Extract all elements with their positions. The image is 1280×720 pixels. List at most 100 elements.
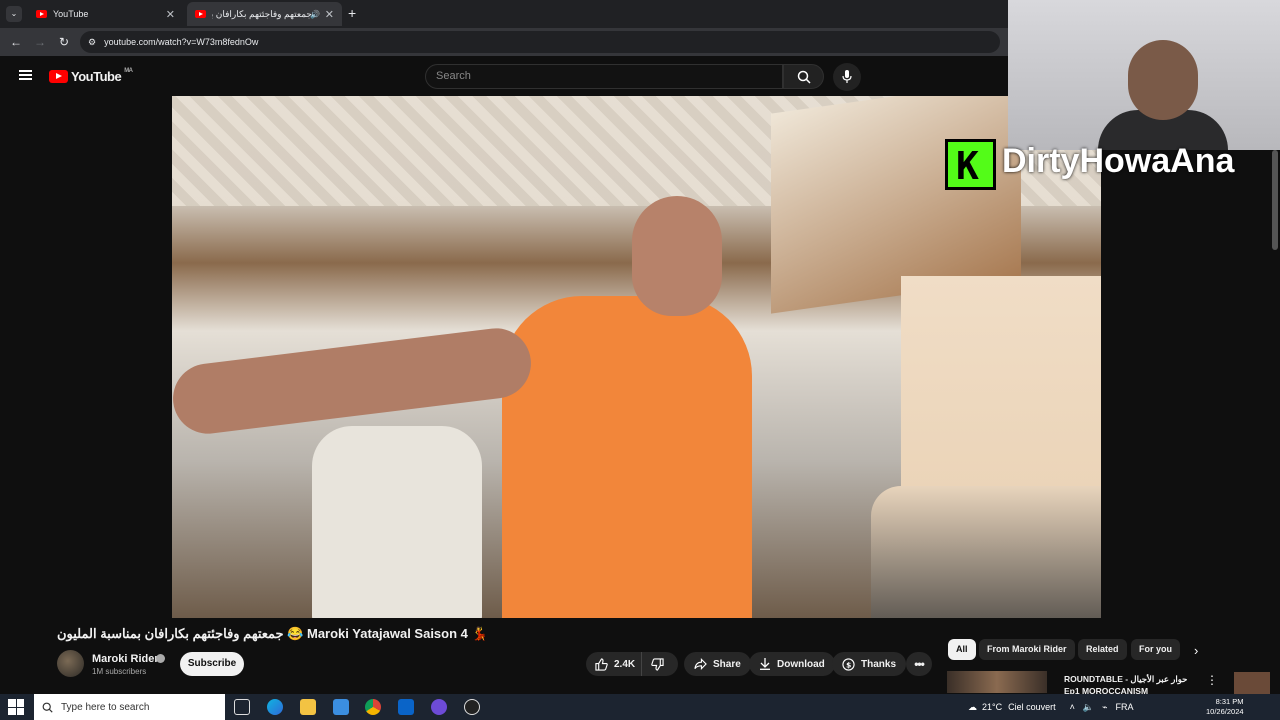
weather-desc: Ciel couvert [1008, 702, 1056, 712]
recommendation-title[interactable]: ROUNDTABLE - حوار عبر الأجيال [1064, 674, 1194, 685]
site-info-icon[interactable]: ⚙ [88, 37, 96, 48]
tab-label: جمعتهم وفاجئتهم بكارافان بمـ [212, 8, 312, 19]
scrollbar[interactable] [1272, 150, 1278, 250]
voice-search-button[interactable] [833, 63, 861, 91]
youtube-favicon-icon [195, 10, 206, 18]
store-icon[interactable] [333, 699, 349, 715]
youtube-logo[interactable]: YouTube MA [49, 67, 133, 84]
reload-icon[interactable]: ↻ [52, 35, 76, 49]
chevron-up-icon[interactable]: ˄ [1070, 702, 1075, 712]
svg-text:$: $ [846, 660, 851, 669]
logo-text: YouTube [71, 69, 122, 84]
kick-logo-letter: K [956, 144, 979, 188]
video-frame-seat [312, 426, 482, 618]
clock-date: 10/26/2024 [1206, 707, 1244, 716]
obs-icon[interactable] [464, 699, 480, 715]
speaker-icon[interactable]: 🔊 [310, 10, 320, 19]
search-input[interactable]: Search [425, 64, 783, 89]
download-button[interactable]: Download [749, 652, 835, 676]
download-icon [760, 658, 770, 670]
like-button[interactable]: 2.4K [586, 652, 642, 676]
streamer-emote-thumbnail [1234, 672, 1270, 694]
streamer-name: DirtyHowaAna [1002, 142, 1235, 180]
like-dislike-group: 2.4K [586, 652, 678, 676]
input-language[interactable]: FRA [1116, 702, 1134, 712]
chip-for-you[interactable]: For you [1131, 639, 1180, 660]
file-explorer-icon[interactable] [300, 699, 316, 715]
tab-youtube[interactable]: YouTube ✕ [28, 2, 183, 26]
close-tab-icon[interactable]: ✕ [166, 8, 175, 21]
tab-video[interactable]: جمعتهم وفاجئتهم بكارافان بمـ 🔊 ✕ [187, 2, 342, 26]
browser-toolbar: ← → ↻ ⚙ youtube.com/watch?v=W73m8fednOw [0, 28, 1008, 56]
taskbar-search-input[interactable]: Type here to search [34, 694, 225, 720]
system-tray: ☁ 21°C Ciel couvert ˄ 🔈 ⌁ FRA [968, 694, 1134, 720]
url-text: youtube.com/watch?v=W73m8fednOw [104, 37, 259, 47]
chip-from-channel[interactable]: From Maroki Rider [979, 639, 1075, 660]
volume-icon[interactable]: 🔈 [1083, 702, 1094, 713]
outlook-icon[interactable] [398, 699, 414, 715]
youtube-header: YouTube MA Search [0, 56, 1008, 96]
browser-tab-strip: ⌄ YouTube ✕ جمعتهم وفاجئتهم بكارافان بمـ… [0, 0, 1008, 28]
thumbs-down-icon [650, 657, 664, 671]
task-view-icon[interactable] [234, 699, 250, 715]
video-frame-head [632, 196, 722, 316]
search-icon [797, 70, 811, 84]
thanks-icon: $ [842, 657, 855, 671]
recommendation-thumbnail[interactable] [947, 671, 1047, 693]
video-frame-bench [871, 486, 1101, 618]
windows-taskbar: Type here to search ☁ 21°C Ciel couvert … [0, 694, 1280, 720]
verified-icon [156, 654, 165, 663]
network-icon[interactable]: ⌁ [1102, 702, 1107, 713]
app-icon[interactable] [431, 699, 447, 715]
thanks-label: Thanks [861, 658, 897, 670]
back-icon[interactable]: ← [4, 35, 28, 49]
chrome-icon[interactable] [365, 699, 381, 715]
youtube-favicon-icon [36, 10, 47, 18]
search-placeholder: Search [436, 70, 471, 82]
edge-icon[interactable] [267, 699, 283, 715]
channel-avatar[interactable] [57, 650, 84, 677]
close-tab-icon[interactable]: ✕ [325, 8, 334, 21]
search-button[interactable] [783, 64, 824, 89]
secondary-column [1101, 150, 1280, 618]
tab-list-button[interactable]: ⌄ [6, 6, 22, 22]
share-label: Share [713, 658, 741, 670]
channel-name[interactable]: Maroki Rider [92, 653, 159, 665]
address-bar[interactable]: ⚙ youtube.com/watch?v=W73m8fednOw [80, 31, 1000, 53]
share-icon [694, 658, 707, 670]
video-title: جمعتهم وفاجئتهم بكارافان بمناسبة المليون… [57, 626, 488, 641]
weather-temp: 21°C [982, 702, 1003, 712]
more-vertical-icon[interactable]: ⋮ [1206, 673, 1218, 687]
video-frame-person [502, 296, 752, 618]
share-button[interactable]: Share [684, 652, 751, 676]
region-code: MA [124, 67, 133, 74]
system-clock[interactable]: 8:31 PM 10/26/2024 [1206, 697, 1244, 717]
chip-all[interactable]: All [948, 639, 976, 660]
thanks-button[interactable]: $ Thanks [832, 652, 907, 676]
taskbar-search-placeholder: Type here to search [61, 701, 150, 713]
like-count: 2.4K [614, 658, 636, 670]
youtube-play-icon [49, 70, 68, 83]
clock-time: 8:31 PM [1215, 697, 1244, 706]
dislike-button[interactable] [642, 657, 678, 671]
more-horizontal-icon: ••• [914, 657, 925, 671]
menu-icon[interactable] [19, 70, 32, 80]
new-tab-button[interactable]: + [348, 5, 356, 21]
download-label: Download [777, 658, 825, 670]
chevron-right-icon[interactable]: › [1194, 643, 1198, 658]
more-actions-button[interactable]: ••• [906, 652, 932, 676]
subscribe-button[interactable]: Subscribe [180, 652, 244, 676]
streamer-webcam [1008, 0, 1280, 150]
kick-logo-icon: K [945, 139, 996, 190]
thumbs-up-icon [595, 657, 608, 671]
windows-start-icon[interactable] [8, 699, 24, 715]
webcam-person-head [1128, 40, 1198, 120]
subscriber-count: 1M subscribers [92, 667, 147, 676]
video-frame-arm [172, 324, 535, 438]
weather-icon[interactable]: ☁ [968, 702, 977, 713]
chip-related[interactable]: Related [1078, 639, 1127, 660]
forward-icon[interactable]: → [28, 35, 52, 49]
tab-label: YouTube [53, 9, 89, 19]
microphone-icon [842, 70, 852, 83]
search-icon [42, 702, 53, 713]
